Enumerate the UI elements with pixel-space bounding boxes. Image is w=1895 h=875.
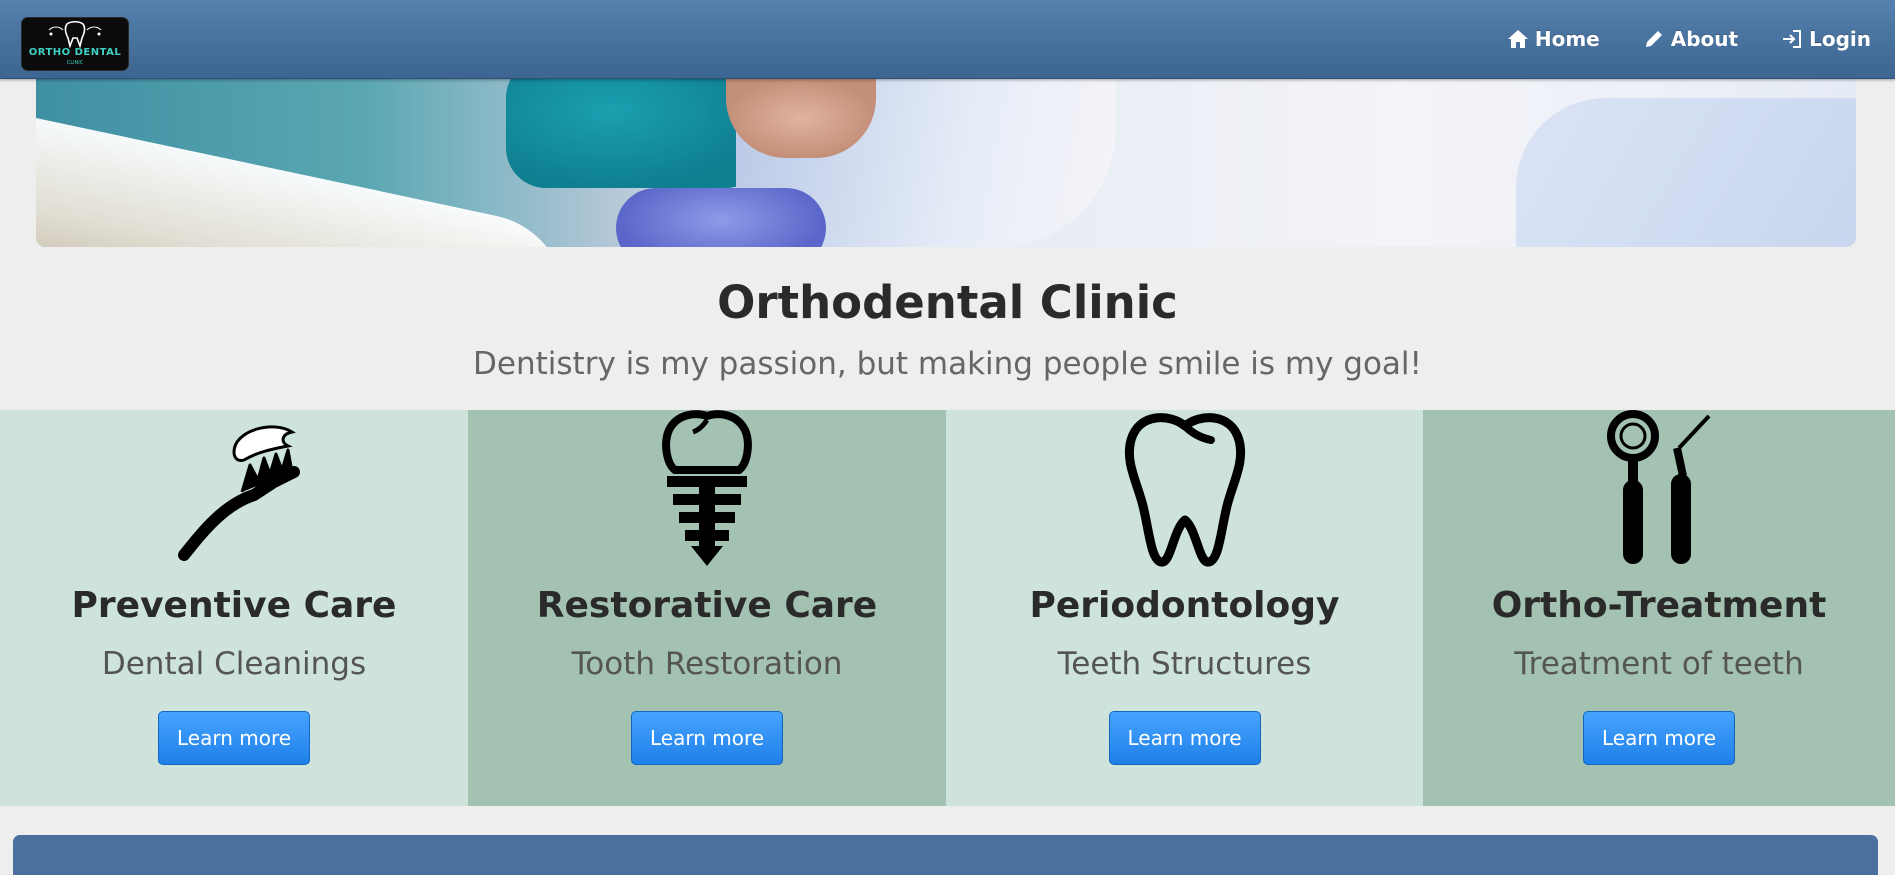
brand-logo[interactable]: ORTHO DENTAL CLINIC — [21, 17, 129, 71]
hero-image — [36, 78, 1856, 247]
service-title: Ortho-Treatment — [1491, 585, 1827, 626]
nav-home-label: Home — [1534, 27, 1600, 51]
service-subtitle: Teeth Structures — [1057, 646, 1312, 682]
nav-about-label: About — [1670, 27, 1739, 51]
service-title: Restorative Care — [536, 585, 878, 626]
dental-tools-icon — [1607, 410, 1711, 564]
learn-more-button[interactable]: Learn more — [158, 711, 310, 765]
home-icon — [1507, 28, 1529, 50]
service-preventive-care: Preventive Care Dental Cleanings Learn m… — [0, 410, 468, 806]
tooth-logo-icon — [48, 20, 102, 48]
nav-login-label: Login — [1809, 27, 1871, 51]
tooth-icon — [1124, 413, 1245, 567]
service-title: Periodontology — [1029, 585, 1340, 626]
page-subtitle: Dentistry is my passion, but making peop… — [473, 346, 1422, 382]
nav-home[interactable]: Home — [1507, 27, 1600, 51]
page-title: Orthodental Clinic — [717, 276, 1178, 329]
learn-more-button[interactable]: Learn more — [1583, 711, 1735, 765]
services-section: Preventive Care Dental Cleanings Learn m… — [0, 410, 1895, 806]
service-title: Preventive Care — [71, 585, 397, 626]
logo-text: ORTHO DENTAL — [28, 47, 122, 58]
toothbrush-icon — [178, 425, 300, 561]
learn-more-button[interactable]: Learn more — [1108, 711, 1261, 765]
service-periodontology: Periodontology Teeth Structures Learn mo… — [946, 410, 1423, 806]
service-subtitle: Dental Cleanings — [101, 646, 367, 682]
service-restorative-care: Restorative Care Tooth Restoration Learn… — [468, 410, 946, 806]
dental-implant-icon — [662, 410, 752, 566]
main-nav: Home About Login — [1507, 0, 1871, 78]
footer-bar — [13, 835, 1878, 875]
learn-more-button[interactable]: Learn more — [631, 711, 783, 765]
nav-about[interactable]: About — [1643, 27, 1738, 51]
service-subtitle: Tooth Restoration — [571, 646, 843, 682]
pencil-icon — [1643, 28, 1665, 50]
navbar: ORTHO DENTAL CLINIC Home About Login — [0, 0, 1895, 79]
service-subtitle: Treatment of teeth — [1514, 646, 1804, 682]
service-ortho-treatment: Ortho-Treatment Treatment of teeth Learn… — [1423, 410, 1895, 806]
login-icon — [1781, 28, 1803, 50]
logo-subtext: CLINIC — [66, 60, 84, 66]
nav-login[interactable]: Login — [1781, 27, 1871, 51]
